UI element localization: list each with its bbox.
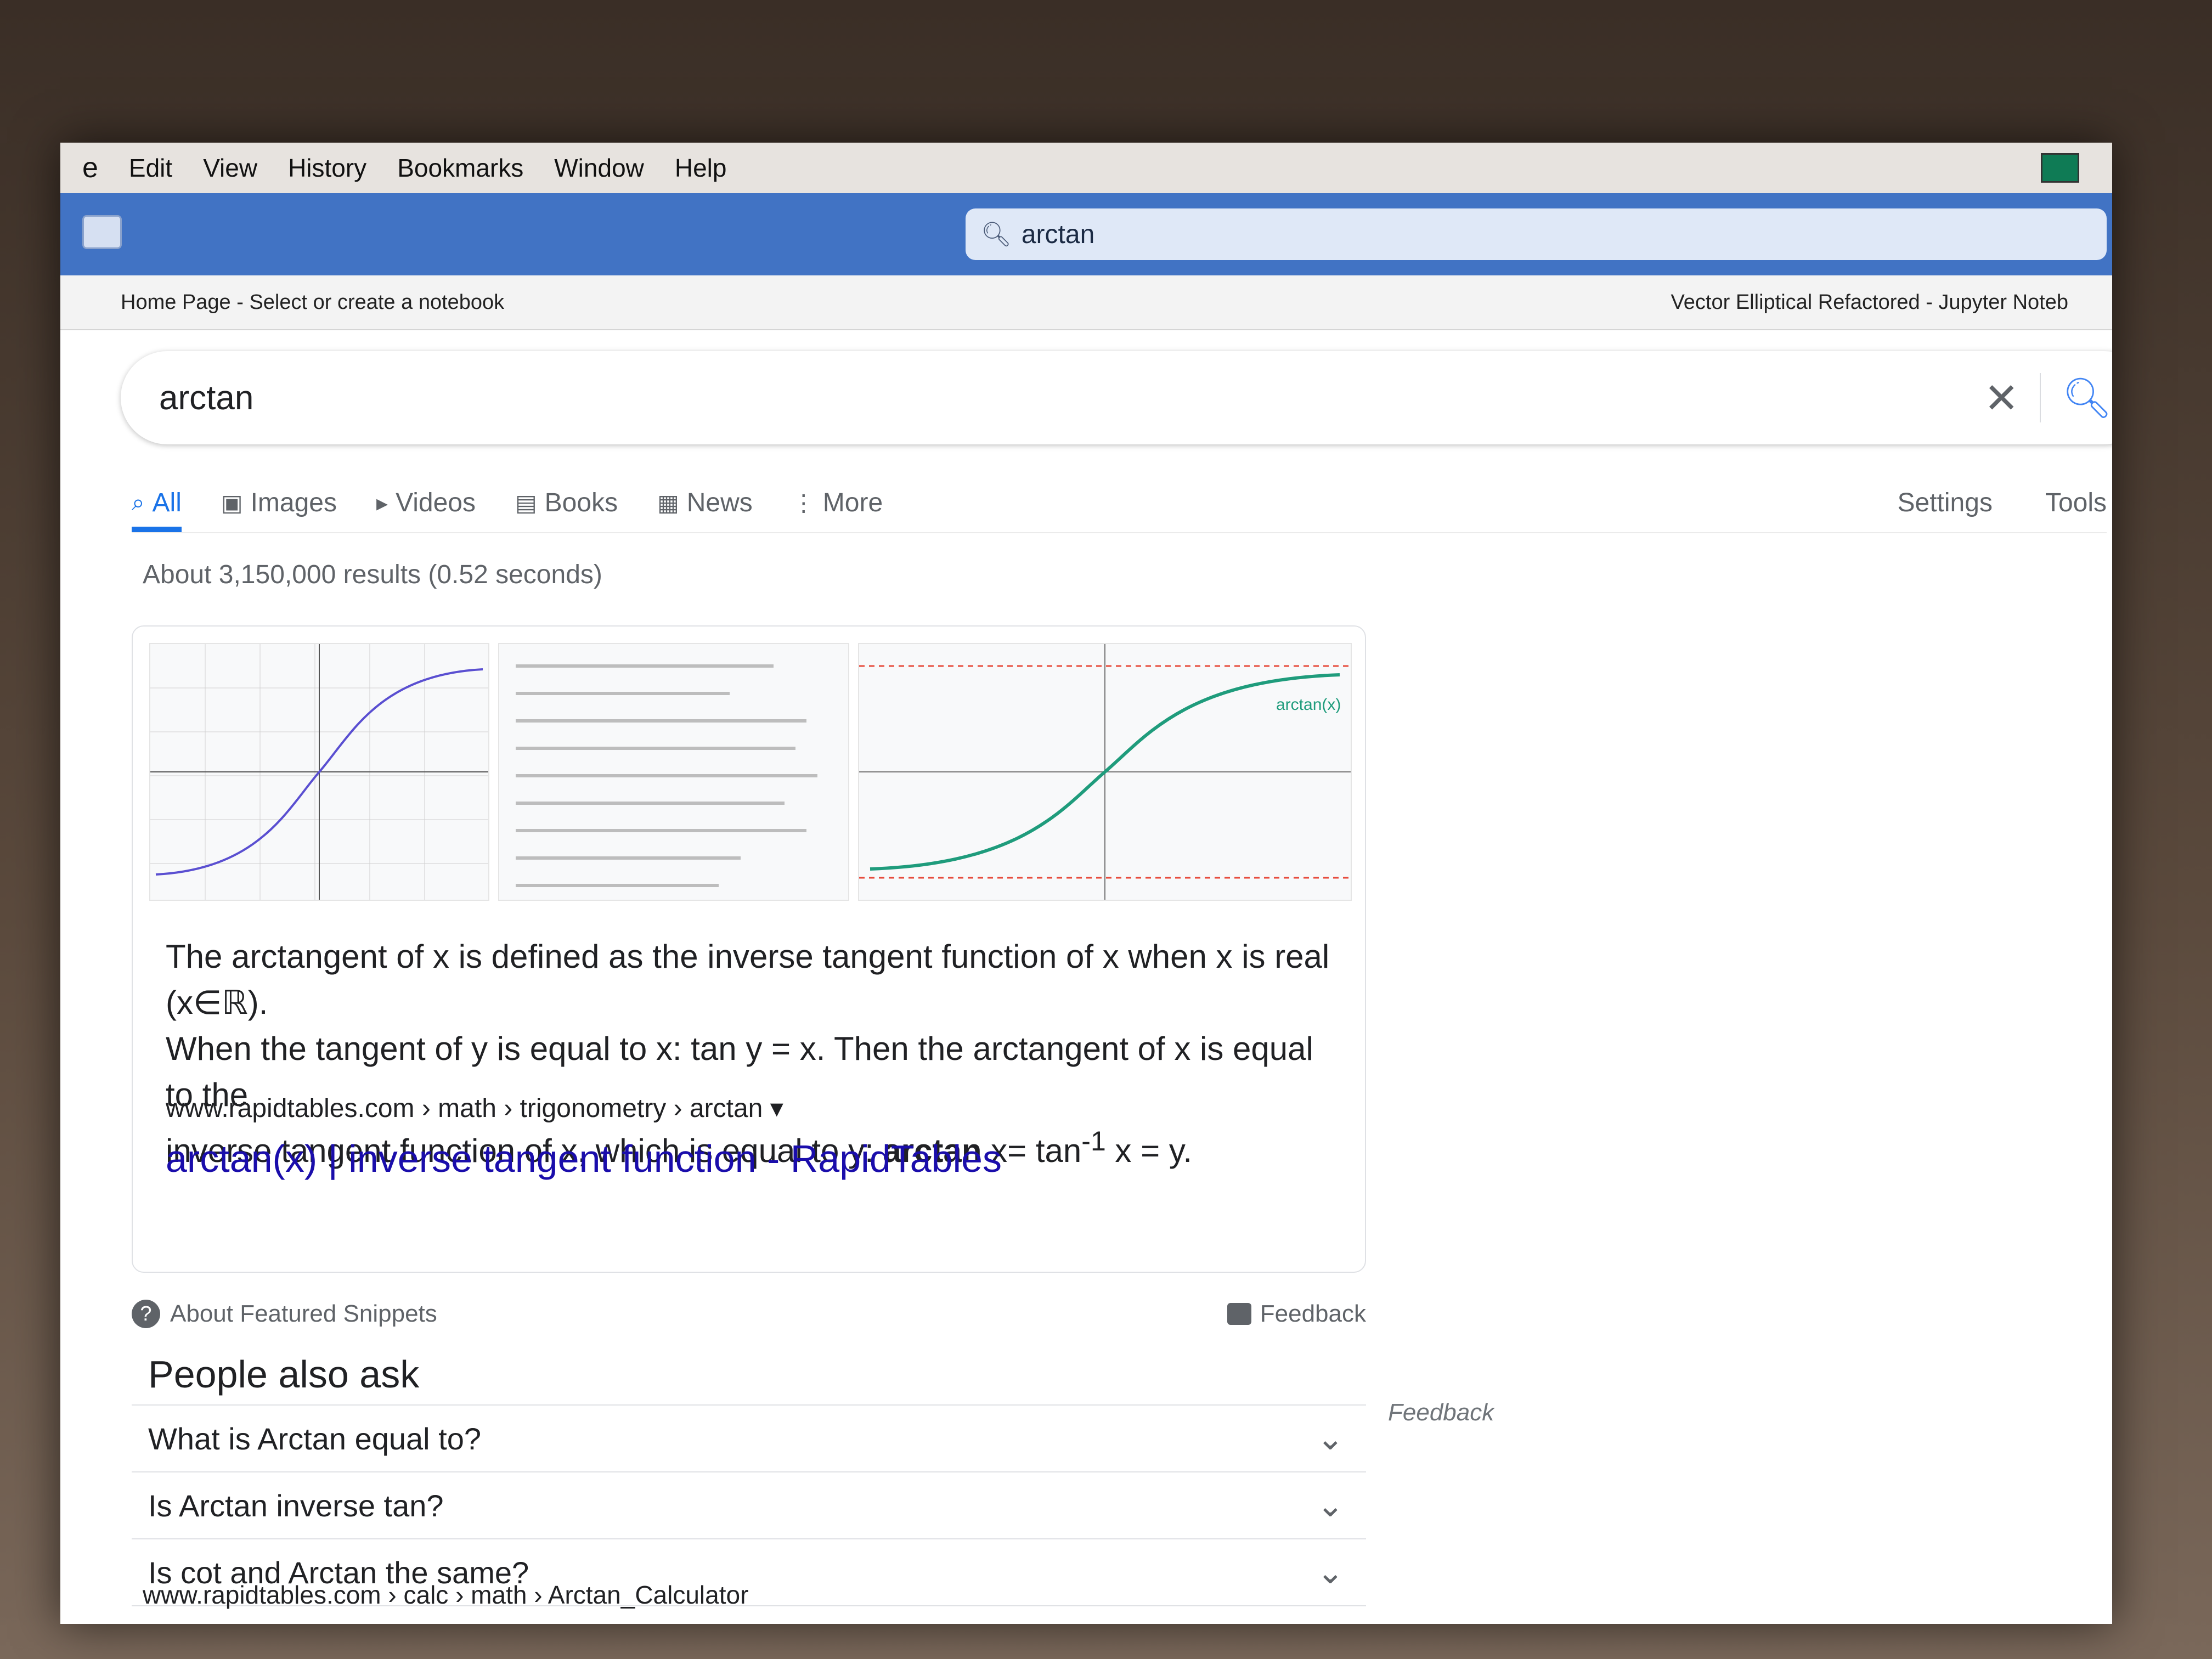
paa-feedback-link[interactable]: Feedback bbox=[1388, 1399, 1494, 1426]
featured-snippet: arctan(x) The arctangent of x is defined… bbox=[132, 625, 1366, 1273]
chevron-down-icon: ⌄ bbox=[1316, 1554, 1344, 1590]
book-icon: ▤ bbox=[515, 490, 537, 516]
snippet-image-identities[interactable] bbox=[498, 643, 849, 901]
tab-videos[interactable]: ▸ Videos bbox=[376, 488, 476, 532]
menu-help[interactable]: Help bbox=[675, 153, 727, 183]
snippet-images[interactable]: arctan(x) bbox=[149, 643, 1352, 901]
menu-history[interactable]: History bbox=[288, 153, 366, 183]
clear-icon[interactable]: ✕ bbox=[1984, 374, 2019, 422]
snippet-footer: ? About Featured Snippets Feedback bbox=[132, 1292, 1366, 1336]
snippet-line-3e: x = y. bbox=[1105, 1132, 1193, 1169]
paa-question-text: What is Arctan equal to? bbox=[148, 1421, 482, 1456]
paa-title: People also ask bbox=[148, 1353, 420, 1396]
bookmark-home-page[interactable]: Home Page - Select or create a notebook bbox=[121, 291, 504, 314]
tab-news-label: News bbox=[686, 488, 753, 517]
tab-more-label: More bbox=[822, 488, 883, 517]
search-tabs: ⌕ All ▣ Images ▸ Videos ▤ Books ▦ News ⋮… bbox=[132, 472, 2107, 533]
identities-figure bbox=[516, 664, 817, 887]
next-result-url[interactable]: www.rapidtables.com › calc › math › Arct… bbox=[143, 1580, 748, 1610]
snippet-image-arctan-plot[interactable]: arctan(x) bbox=[858, 643, 1352, 901]
sidebar-toggle-button[interactable] bbox=[82, 215, 122, 249]
bookmark-jupyter[interactable]: Vector Elliptical Refactored - Jupyter N… bbox=[1671, 291, 2068, 314]
paa-question[interactable]: Is Arctan inverse tan? ⌄ bbox=[132, 1471, 1366, 1538]
address-text: arctan bbox=[1021, 219, 1095, 249]
chevron-down-icon: ⌄ bbox=[1316, 1487, 1344, 1523]
result-breadcrumb[interactable]: www.rapidtables.com › math › trigonometr… bbox=[166, 1093, 783, 1124]
news-icon: ▦ bbox=[657, 490, 679, 516]
tabs-right-group: Settings Tools bbox=[1898, 488, 2107, 532]
tab-videos-label: Videos bbox=[396, 488, 476, 517]
about-featured-snippets-link[interactable]: About Featured Snippets bbox=[170, 1300, 437, 1328]
menu-bar: e Edit View History Bookmarks Window Hel… bbox=[60, 143, 2112, 193]
result-title-link[interactable]: arctan(x) | inverse tangent function - R… bbox=[166, 1137, 1002, 1181]
laptop-screen: e Edit View History Bookmarks Window Hel… bbox=[60, 143, 2112, 1624]
settings-link[interactable]: Settings bbox=[1898, 488, 1993, 518]
paa-question-text: Is Arctan inverse tan? bbox=[148, 1488, 444, 1523]
chevron-down-icon: ⌄ bbox=[1317, 1620, 1344, 1624]
snippet-line-1: The arctangent of x is defined as the in… bbox=[166, 938, 1330, 1021]
tab-books-label: Books bbox=[544, 488, 618, 517]
result-stats: About 3,150,000 results (0.52 seconds) bbox=[143, 560, 602, 589]
more-vert-icon: ⋮ bbox=[792, 490, 815, 516]
status-tray-icon[interactable] bbox=[2041, 153, 2079, 183]
tab-images[interactable]: ▣ Images bbox=[221, 488, 337, 532]
feedback-group[interactable]: Feedback bbox=[1227, 1300, 1366, 1328]
breadcrumb-text: www.rapidtables.com › math › trigonometr… bbox=[166, 1094, 763, 1123]
tab-images-label: Images bbox=[250, 488, 337, 517]
search-divider bbox=[2040, 373, 2041, 422]
tab-books[interactable]: ▤ Books bbox=[515, 488, 618, 532]
search-icon: 🔍︎ bbox=[981, 221, 1012, 248]
identity-lines bbox=[516, 664, 817, 887]
video-icon: ▸ bbox=[376, 490, 388, 516]
graph-figure bbox=[150, 644, 488, 900]
help-icon[interactable]: ? bbox=[132, 1300, 160, 1328]
menu-view[interactable]: View bbox=[203, 153, 257, 183]
chevron-down-icon: ⌄ bbox=[1316, 1420, 1344, 1457]
browser-toolbar: 🔍︎ arctan bbox=[60, 193, 2112, 275]
tools-link[interactable]: Tools bbox=[2045, 488, 2107, 518]
menu-window[interactable]: Window bbox=[554, 153, 644, 183]
caret-down-icon[interactable]: ▾ bbox=[770, 1094, 783, 1123]
paa-question[interactable]: What is Arctan equal to? ⌄ bbox=[132, 1404, 1366, 1471]
paa-question-text: Is Arctan adjacent over opposite? bbox=[148, 1622, 602, 1624]
app-menu[interactable]: e bbox=[82, 151, 98, 184]
search-box[interactable]: arctan ✕ 🔍︎ bbox=[121, 351, 2112, 444]
search-input[interactable]: arctan bbox=[159, 379, 253, 417]
menu-bookmarks[interactable]: Bookmarks bbox=[397, 153, 523, 183]
image-icon: ▣ bbox=[221, 490, 243, 516]
feedback-icon bbox=[1227, 1303, 1251, 1325]
snippet-superscript: -1 bbox=[1081, 1126, 1106, 1156]
menu-edit[interactable]: Edit bbox=[129, 153, 172, 183]
plot-label: arctan(x) bbox=[1276, 696, 1341, 714]
tab-news[interactable]: ▦ News bbox=[657, 488, 753, 532]
search-icon[interactable]: 🔍︎ bbox=[2062, 375, 2112, 421]
tab-all[interactable]: ⌕ All bbox=[132, 488, 182, 532]
address-bar[interactable]: 🔍︎ arctan bbox=[966, 208, 2107, 260]
search-icon: ⌕ bbox=[132, 489, 145, 515]
bookmarks-bar: Home Page - Select or create a notebook … bbox=[60, 275, 2112, 330]
arctan-plot-figure: arctan(x) bbox=[859, 644, 1351, 900]
snippet-image-graph[interactable] bbox=[149, 643, 489, 901]
feedback-link[interactable]: Feedback bbox=[1260, 1300, 1366, 1328]
tab-all-label: All bbox=[152, 488, 182, 517]
tab-more[interactable]: ⋮ More bbox=[792, 488, 883, 532]
